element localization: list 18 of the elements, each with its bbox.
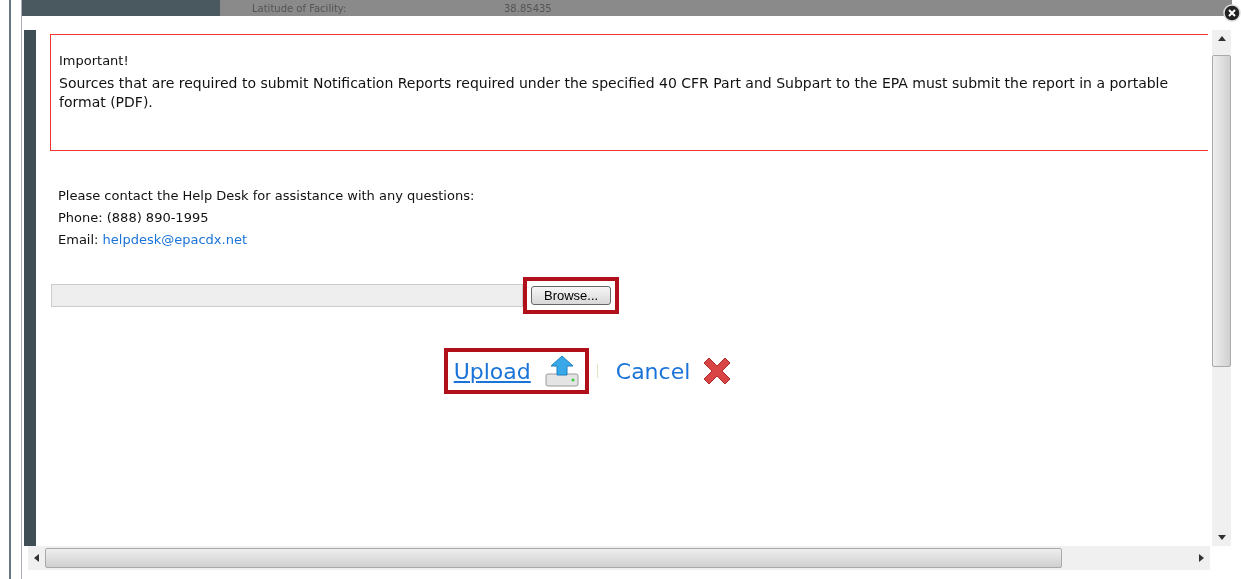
notice-text: Sources that are required to submit Notification Reports required under the specified 40 CFR Part and Subpart to the EPA must submit the report in a portable format (PDF). — [59, 74, 1170, 112]
browse-button[interactable]: Browse... — [531, 286, 612, 305]
close-icon[interactable] — [1223, 4, 1241, 22]
notice-title: Important! — [59, 52, 130, 70]
horizontal-scrollbar[interactable] — [28, 546, 1210, 570]
email-link[interactable]: helpdesk@epacdx.net — [102, 232, 248, 247]
email-label: Email: — [58, 232, 99, 247]
phone-text: Phone: (888) 890-1995 — [58, 209, 210, 227]
help-text: Please contact the Help Desk for assistance with any questions: — [58, 187, 476, 205]
vertical-scrollbar[interactable] — [1212, 30, 1231, 546]
scroll-left-icon[interactable] — [34, 554, 39, 562]
upload-link[interactable]: Upload — [453, 358, 531, 384]
cancel-link[interactable]: Cancel — [615, 358, 691, 384]
scroll-down-icon[interactable] — [1217, 535, 1226, 540]
scroll-right-icon[interactable] — [1199, 554, 1204, 562]
upload-icon — [544, 355, 579, 387]
file-path-field[interactable] — [51, 284, 523, 307]
scroll-up-icon[interactable] — [1217, 36, 1226, 41]
